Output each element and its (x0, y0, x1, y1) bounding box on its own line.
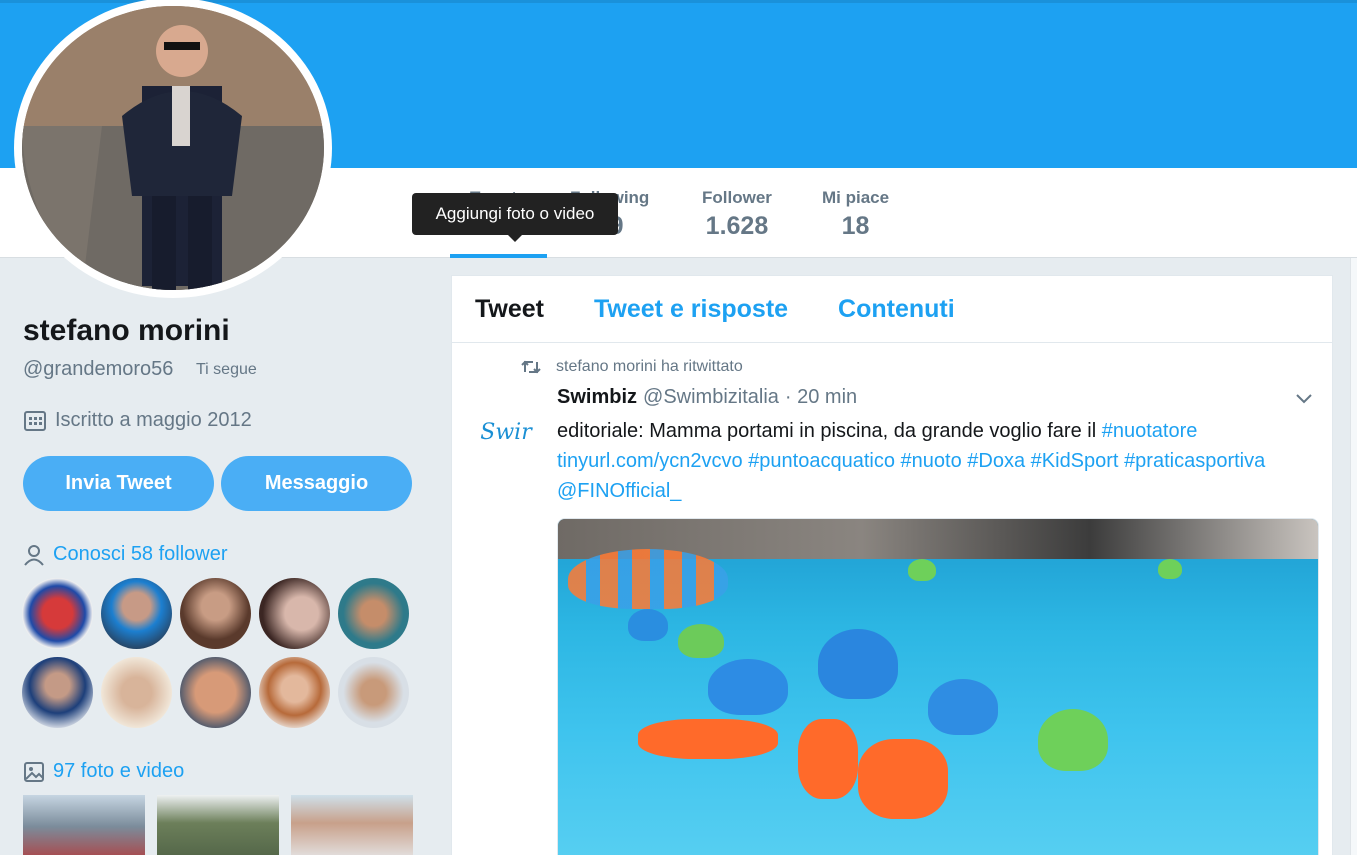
follower-avatar[interactable] (259, 578, 330, 649)
joined-label: Iscritto a maggio 2012 (55, 409, 252, 431)
hashtag-link[interactable]: #nuoto (901, 450, 962, 472)
known-followers-link[interactable]: Conosci 58 follower (23, 543, 228, 566)
retweet-context: stefano morini ha ritwittato (520, 358, 743, 376)
swim-cap (708, 659, 788, 715)
right-rail-edge (1350, 258, 1357, 855)
add-media-tooltip: Aggiungi foto o video (412, 193, 618, 242)
tab-tweet[interactable]: Tweet (475, 295, 544, 324)
avatar-photo (22, 6, 324, 290)
hashtag-link[interactable]: #KidSport (1031, 450, 1119, 472)
swim-cap (1158, 559, 1182, 579)
follower-avatar[interactable] (101, 578, 172, 649)
profile-handle: @grandemoro56 (23, 358, 174, 380)
armband (638, 719, 778, 759)
photos-videos-link[interactable]: 97 foto e video (23, 760, 184, 783)
joined-date: Iscritto a maggio 2012 (23, 409, 252, 432)
followers-grid (22, 578, 409, 728)
message-button[interactable]: Messaggio (221, 456, 412, 511)
photo-thumb[interactable] (291, 795, 413, 855)
send-tweet-button[interactable]: Invia Tweet (23, 456, 214, 511)
stat-likes[interactable]: Mi piace 18 (822, 188, 889, 241)
hashtag-link[interactable]: #puntoacquatico (748, 450, 895, 472)
chevron-down-icon (1296, 394, 1312, 404)
profile-avatar[interactable] (14, 0, 332, 298)
stat-likes-label: Mi piace (822, 188, 890, 207)
tweet-author-handle[interactable]: @Swimbizitalia (643, 386, 779, 409)
person-icon (24, 544, 44, 566)
hashtag-link[interactable]: #Doxa (967, 450, 1025, 472)
tab-tweet-replies[interactable]: Tweet e risposte (594, 295, 788, 324)
follower-avatar[interactable] (101, 657, 172, 728)
photos-videos-label: 97 foto e video (53, 760, 185, 782)
hashtag-link[interactable]: #praticasportiva (1124, 450, 1265, 472)
tweet-text: editoriale: Mamma portami in piscina, da… (557, 416, 1327, 506)
swimmers-group (568, 549, 728, 609)
image-icon (24, 761, 44, 782)
stat-likes-value: 18 (841, 212, 870, 240)
swim-cap (928, 679, 998, 735)
follower-avatar[interactable] (22, 657, 93, 728)
timeline-tabs: Tweet Tweet e risposte Contenuti (452, 276, 1332, 343)
stat-follower[interactable]: Follower 1.628 (702, 188, 772, 241)
tweet-author-avatar[interactable]: Swir (470, 396, 542, 468)
swim-cap (818, 629, 898, 699)
follower-avatar[interactable] (338, 578, 409, 649)
photo-thumb[interactable] (157, 795, 279, 855)
tweet-text-body: editoriale: Mamma portami in piscina, da… (557, 420, 1097, 442)
follower-avatar[interactable] (180, 578, 251, 649)
tweet-menu[interactable] (1294, 390, 1314, 411)
url-link[interactable]: tinyurl.com/ycn2vcvo (557, 450, 743, 472)
active-tab-indicator (450, 254, 547, 258)
profile-name: stefano morini (23, 314, 230, 347)
armband (798, 719, 858, 799)
tweet-media-image[interactable] (557, 518, 1319, 855)
swim-cap (678, 624, 724, 658)
mention-link[interactable]: @FINOfficial_ (557, 480, 681, 502)
armband (858, 739, 948, 819)
follower-avatar[interactable] (22, 578, 93, 649)
tweet-time[interactable]: · 20 min (785, 386, 857, 409)
stat-follower-label: Follower (702, 188, 772, 207)
follower-avatar[interactable] (259, 657, 330, 728)
swim-cap (908, 559, 936, 581)
follower-avatar[interactable] (338, 657, 409, 728)
hashtag-link[interactable]: #nuotatore (1102, 420, 1198, 442)
tweet-author-name[interactable]: Swimbiz (557, 386, 637, 409)
timeline-panel: Tweet Tweet e risposte Contenuti stefano… (451, 275, 1333, 855)
photo-thumb[interactable] (23, 795, 145, 855)
swim-cap (628, 609, 668, 641)
known-followers-label: Conosci 58 follower (53, 543, 228, 565)
retweet-context-label: stefano morini ha ritwittato (556, 358, 743, 375)
follows-you-badge: Ti segue (196, 361, 257, 378)
retweet-icon (521, 360, 541, 374)
tweet-header: Swimbiz @Swimbizitalia · 20 min (557, 386, 857, 409)
calendar-icon (24, 410, 46, 431)
swim-cap (1038, 709, 1108, 771)
follower-avatar[interactable] (180, 657, 251, 728)
photos-grid (23, 795, 413, 855)
stat-follower-value: 1.628 (705, 212, 769, 240)
tab-media[interactable]: Contenuti (838, 295, 955, 324)
